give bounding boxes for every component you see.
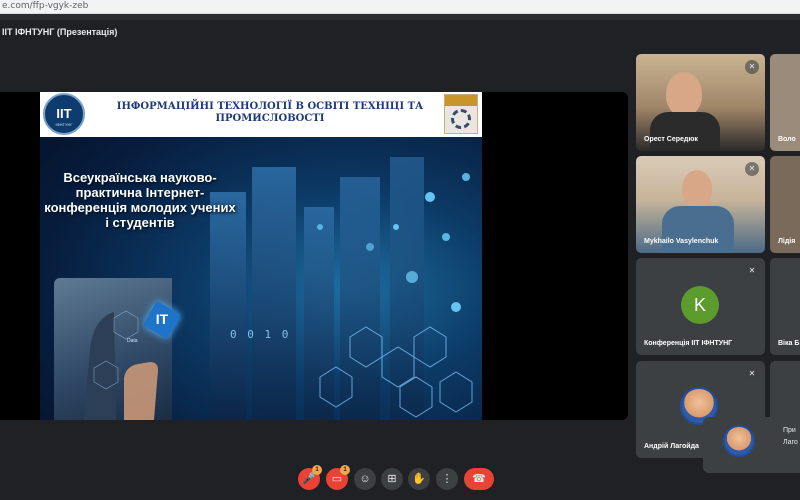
camera-off-icon[interactable]: ▭ 1 <box>326 465 350 490</box>
mic-badge: 1 <box>312 465 322 475</box>
avatar <box>723 425 755 457</box>
participant-name: Воло <box>778 136 796 143</box>
data-label: Data <box>127 338 138 344</box>
end-call-icon[interactable]: ☎ <box>464 468 494 490</box>
raise-hand-icon[interactable]: ✋ <box>408 468 430 490</box>
camera-badge: 1 <box>340 465 350 475</box>
iit-logo-text: ІІТ <box>56 106 72 121</box>
mic-off-icon: ✕ <box>745 162 759 176</box>
participant-name: Лідія <box>778 238 796 245</box>
microphone-off-icon[interactable]: 🎤 1 <box>298 465 322 490</box>
mic-off-icon: ✕ <box>745 367 759 381</box>
self-view-name-line1: При <box>783 427 796 434</box>
participant-name: Конференція ІІТ ІФНТУНГ <box>644 340 733 347</box>
participant-name: Віка Б <box>778 340 800 347</box>
it-badge-text: IT <box>155 311 169 327</box>
presentation-slide: ІІТ ІФНТУНГ ІНФОРМАЦІЙНІ ТЕХНОЛОГІЇ В ОС… <box>40 92 482 420</box>
emblem-banner <box>445 95 477 106</box>
participant-tile[interactable]: Лідія <box>770 156 800 253</box>
participant-video <box>682 170 712 208</box>
top-strip <box>0 14 800 20</box>
participant-name: Андрій Лагойда <box>644 443 699 450</box>
iit-logo: ІІТ ІФНТУНГ <box>43 93 85 135</box>
participant-video <box>666 72 702 116</box>
participant-shirt <box>662 206 734 253</box>
self-view-name-line2: Лаго <box>783 439 798 446</box>
iit-logo-caption: ІФНТУНГ <box>55 122 73 127</box>
mic-off-icon: ✕ <box>745 60 759 74</box>
participant-tile[interactable]: Віка Б <box>770 258 800 355</box>
participant-name: Mykhailo Vasylenchuk <box>644 238 719 245</box>
meeting-title: ІІТ ІФНТУНГ (Презентація) <box>2 27 118 37</box>
avatar: K <box>681 286 719 324</box>
participant-name: Орест Середюк <box>644 136 698 143</box>
binary-text: 0 0 1 0 <box>230 328 291 341</box>
participant-tile[interactable]: K ✕ Конференція ІІТ ІФНТУНГ <box>636 258 765 355</box>
url-text: e.com/ffp-vgyk-zeb <box>2 1 89 11</box>
participant-tile[interactable]: Воло <box>770 54 800 151</box>
participant-tile[interactable]: ✕ Орест Середюк <box>636 54 765 151</box>
slide-subtitle: Всеукраїнська науково-практична Інтернет… <box>44 170 236 230</box>
slide-title: ІНФОРМАЦІЙНІ ТЕХНОЛОГІЇ В ОСВІТІ ТЕХНІЦІ… <box>116 101 424 124</box>
meet-window: ІІТ ІФНТУНГ (Презентація) ІІТ ІФНТУНГ ІН… <box>0 14 800 500</box>
control-bar: 🎤 1 ▭ 1 ☺ ⊞ ✋ ⋮ ☎ <box>0 464 800 500</box>
more-options-icon[interactable]: ⋮ <box>436 468 458 490</box>
participant-shirt <box>650 112 720 151</box>
gear-icon <box>451 109 471 129</box>
browser-url-bar[interactable]: e.com/ffp-vgyk-zeb <box>0 0 800 14</box>
server-towers-graphic <box>210 157 473 420</box>
captions-icon[interactable]: ☺ <box>354 468 376 490</box>
present-icon[interactable]: ⊞ <box>381 468 403 490</box>
presentation-stage[interactable]: ІІТ ІФНТУНГ ІНФОРМАЦІЙНІ ТЕХНОЛОГІЇ В ОС… <box>0 92 628 420</box>
hand-icon <box>84 310 158 420</box>
university-emblem <box>444 94 478 134</box>
touchscreen-hand-graphic <box>54 278 172 420</box>
mic-off-icon: ✕ <box>745 264 759 278</box>
participant-tile[interactable]: ✕ Mykhailo Vasylenchuk <box>636 156 765 253</box>
